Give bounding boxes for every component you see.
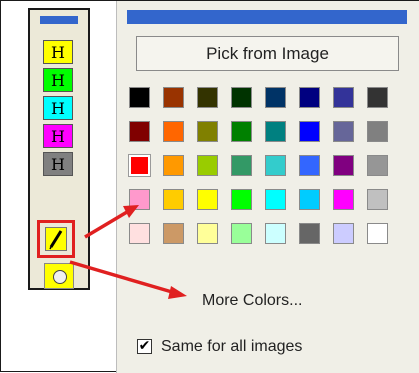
highlight-color-button[interactable]: H: [43, 68, 73, 92]
color-swatch[interactable]: [231, 223, 252, 244]
color-swatch[interactable]: [333, 189, 354, 210]
color-swatch[interactable]: [333, 87, 354, 108]
color-swatch[interactable]: [163, 87, 184, 108]
color-swatch[interactable]: [129, 87, 150, 108]
same-for-all-images-checkbox[interactable]: ✔: [137, 339, 152, 354]
panel-title-bar: [127, 10, 407, 24]
eraser-button[interactable]: [44, 263, 74, 289]
color-swatch[interactable]: [265, 87, 286, 108]
more-colors-button[interactable]: More Colors...: [202, 292, 302, 310]
pick-from-image-button[interactable]: Pick from Image: [136, 36, 399, 71]
color-swatch[interactable]: [299, 87, 320, 108]
pen-icon: [49, 230, 63, 250]
highlight-color-button[interactable]: H: [43, 152, 73, 176]
color-swatch[interactable]: [333, 155, 354, 176]
color-swatch[interactable]: [265, 121, 286, 142]
color-swatch[interactable]: [367, 189, 388, 210]
color-swatch[interactable]: [367, 121, 388, 142]
color-swatch[interactable]: [197, 155, 218, 176]
color-swatch[interactable]: [367, 155, 388, 176]
color-swatch[interactable]: [231, 121, 252, 142]
color-swatch[interactable]: [333, 121, 354, 142]
color-swatch[interactable]: [197, 87, 218, 108]
color-swatch[interactable]: [367, 87, 388, 108]
color-swatch[interactable]: [299, 155, 320, 176]
color-swatch[interactable]: [197, 223, 218, 244]
color-swatch[interactable]: [163, 121, 184, 142]
color-swatch[interactable]: [265, 155, 286, 176]
color-swatch-selected[interactable]: [128, 154, 151, 177]
toolbar-title-bar[interactable]: [40, 16, 78, 24]
color-swatch[interactable]: [163, 155, 184, 176]
color-swatch[interactable]: [265, 189, 286, 210]
screenshot-frame: HHHHHH Pick from Image More Colors... ✔ …: [0, 0, 419, 373]
color-swatch[interactable]: [163, 189, 184, 210]
color-swatch[interactable]: [129, 223, 150, 244]
highlight-color-button[interactable]: H: [43, 96, 73, 120]
highlight-color-button[interactable]: H: [43, 124, 73, 148]
color-swatch[interactable]: [299, 121, 320, 142]
color-picker-panel: Pick from Image More Colors... ✔ Same fo…: [116, 1, 419, 373]
color-swatch[interactable]: [197, 121, 218, 142]
color-swatch[interactable]: [231, 155, 252, 176]
color-swatch[interactable]: [367, 223, 388, 244]
pen-color-button[interactable]: [45, 227, 67, 251]
color-swatch[interactable]: [163, 223, 184, 244]
color-swatch[interactable]: [299, 223, 320, 244]
eraser-icon: [53, 270, 67, 284]
color-swatch[interactable]: [129, 121, 150, 142]
color-swatch[interactable]: [231, 189, 252, 210]
highlight-toolbar: HHHHHH: [28, 8, 90, 290]
color-swatch[interactable]: [299, 189, 320, 210]
color-swatch[interactable]: [129, 189, 150, 210]
same-for-all-images-label[interactable]: Same for all images: [161, 338, 302, 356]
color-swatch[interactable]: [231, 87, 252, 108]
color-swatch[interactable]: [333, 223, 354, 244]
color-swatch[interactable]: [265, 223, 286, 244]
pen-color-button-highlight[interactable]: [37, 220, 75, 258]
highlight-color-button[interactable]: H: [43, 40, 73, 64]
color-swatch[interactable]: [197, 189, 218, 210]
